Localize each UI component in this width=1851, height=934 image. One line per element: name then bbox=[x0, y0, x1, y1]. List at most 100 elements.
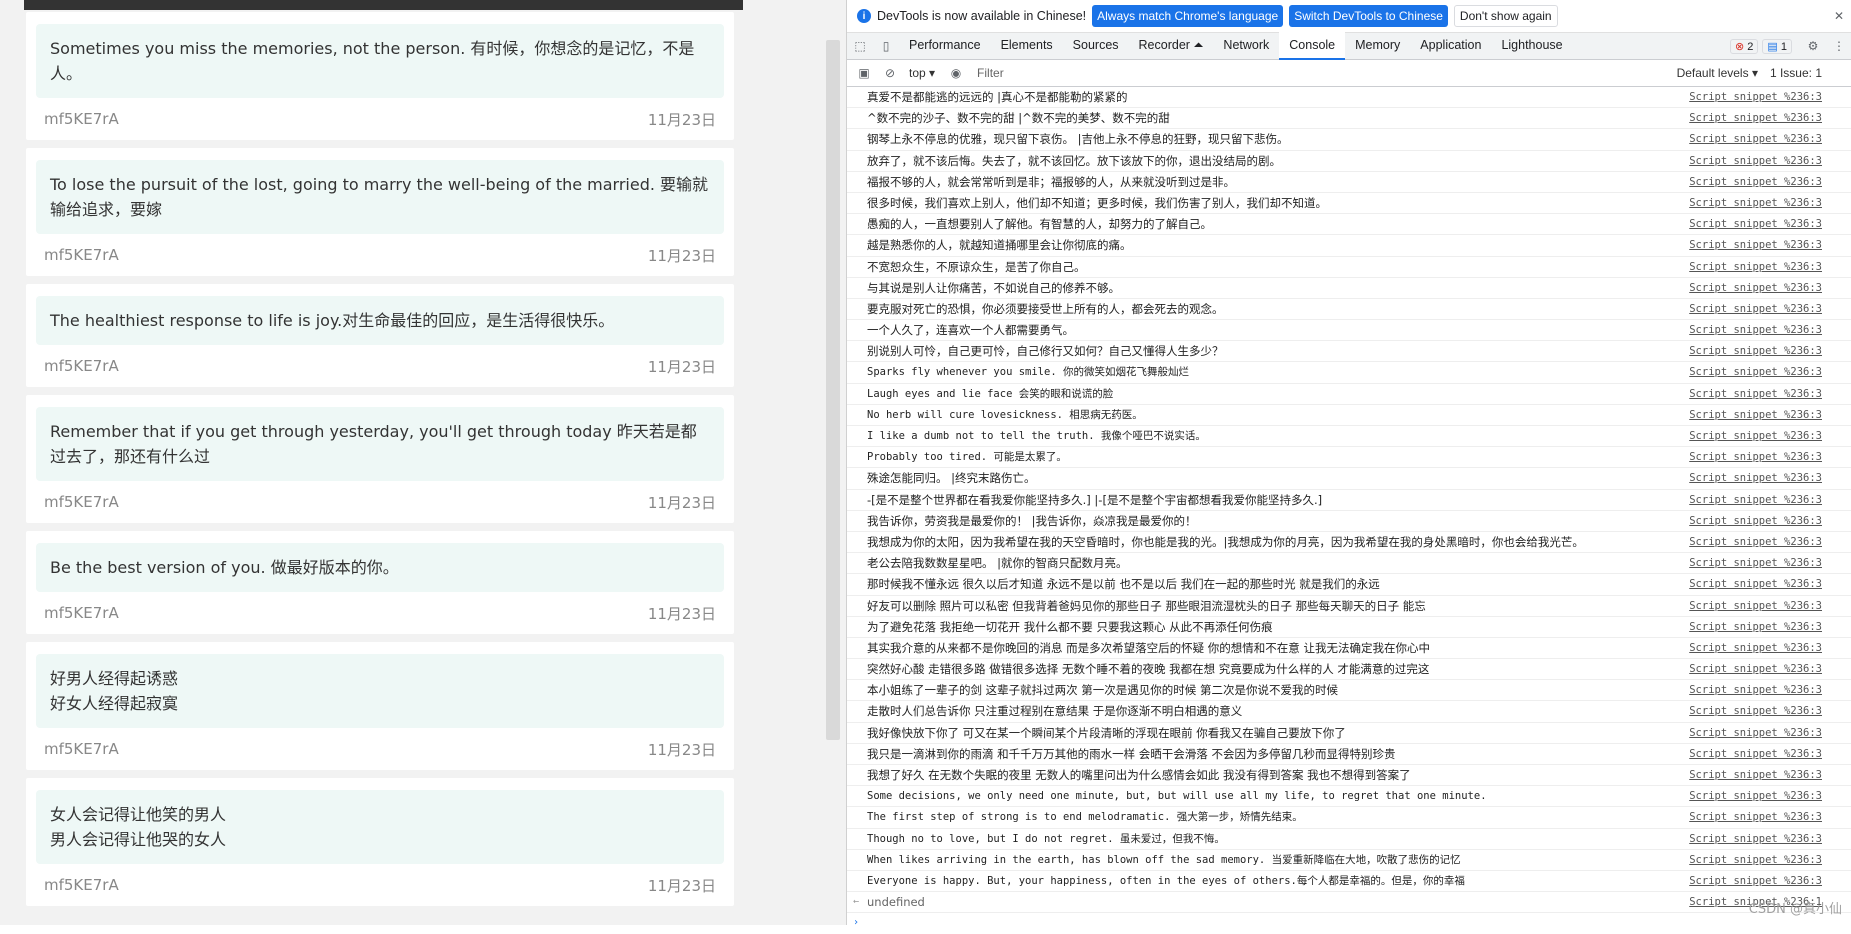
webpage-panel: Sometimes you miss the memories, not the… bbox=[0, 0, 846, 925]
quote-card[interactable]: Sometimes you miss the memories, not the… bbox=[26, 12, 734, 140]
page-scrollbar[interactable] bbox=[826, 40, 840, 740]
console-prompt[interactable]: › bbox=[847, 913, 1851, 933]
source-link[interactable]: Script snippet %236:3 bbox=[1682, 765, 1851, 785]
log-levels-dropdown[interactable]: Default levels ▾ bbox=[1677, 66, 1758, 80]
source-link[interactable]: Script snippet %236:3 bbox=[1682, 553, 1851, 573]
console-message: 我告诉你，劳资我是最爱你的！ |我告诉你，焱凉我是最爱你的！ Script sni… bbox=[847, 511, 1851, 532]
source-link[interactable]: Script snippet %236:3 bbox=[1682, 574, 1851, 594]
source-link[interactable]: Script snippet %236:3 bbox=[1682, 786, 1851, 806]
source-link[interactable]: Script snippet %236:3 bbox=[1682, 511, 1851, 531]
tab-lighthouse[interactable]: Lighthouse bbox=[1491, 32, 1572, 58]
console-message: 钢琴上永不停息的优雅，现只留下哀伤。 |吉他上永不停息的狂野，现只留下悲伤。 Sc… bbox=[847, 129, 1851, 151]
author-name[interactable]: mf5KE7rA bbox=[44, 246, 119, 264]
console-message: 好友可以删除 照片可以私密 但我背着爸妈见你的那些日子 那些眼泪流湿枕头的日子 … bbox=[847, 596, 1851, 617]
sidebar-toggle-icon[interactable]: ▣ bbox=[857, 66, 871, 80]
source-link[interactable]: Script snippet %236:3 bbox=[1682, 596, 1851, 616]
message-badge[interactable]: ▤ 1 bbox=[1762, 38, 1792, 54]
source-link[interactable]: Script snippet %236:3 bbox=[1682, 257, 1851, 277]
source-link[interactable]: Script snippet %236:3 bbox=[1682, 362, 1851, 382]
source-link[interactable]: Script snippet %236:3 bbox=[1682, 299, 1851, 319]
gear-icon[interactable]: ⚙ bbox=[1806, 39, 1820, 53]
tab-application[interactable]: Application bbox=[1410, 32, 1491, 58]
console-message: 我好像快放下你了 可又在某一个瞬间某个片段清晰的浮现在眼前 你看我又在骗自己要放… bbox=[847, 723, 1851, 744]
console-message: 我只是一滴淋到你的雨滴 和千千万万其他的雨水一样 会晒干会滑落 不会因为多停留几… bbox=[847, 744, 1851, 765]
quote-card[interactable]: 好男人经得起诱惑 好女人经得起寂寞 mf5KE7rA 11月23日 bbox=[26, 642, 734, 770]
tab-console[interactable]: Console bbox=[1279, 32, 1346, 60]
error-icon: ⊗ bbox=[1735, 40, 1745, 53]
device-toolbar-icon[interactable]: ▯ bbox=[879, 39, 893, 53]
source-link[interactable]: Script snippet %236:3 bbox=[1682, 87, 1851, 107]
source-link[interactable]: Script snippet %236:3 bbox=[1682, 151, 1851, 171]
context-selector[interactable]: top ▾ bbox=[909, 66, 935, 80]
more-options-icon[interactable]: ⋮ bbox=[1832, 39, 1846, 53]
source-link[interactable]: Script snippet %236:3 bbox=[1682, 617, 1851, 637]
source-link[interactable]: Script snippet %236:3 bbox=[1682, 680, 1851, 700]
result-value: undefined bbox=[867, 895, 925, 910]
tab-network[interactable]: Network bbox=[1213, 32, 1279, 58]
error-badge[interactable]: ⊗ 2 bbox=[1730, 38, 1759, 54]
author-name[interactable]: mf5KE7rA bbox=[44, 110, 119, 128]
post-date: 11月23日 bbox=[647, 604, 716, 623]
quote-card[interactable]: Be the best version of you. 做最好版本的你。 mf5K… bbox=[26, 531, 734, 634]
filter-input[interactable]: Filter bbox=[977, 64, 1677, 82]
quote-card[interactable]: To lose the pursuit of the lost, going t… bbox=[26, 148, 734, 276]
inspect-element-icon[interactable]: ⬚ bbox=[853, 39, 867, 53]
source-link[interactable]: Script snippet %236:3 bbox=[1682, 278, 1851, 298]
source-link[interactable]: Script snippet %236:3 bbox=[1682, 447, 1851, 467]
close-icon[interactable]: ✕ bbox=[1832, 9, 1846, 23]
console-message: Laugh eyes and lie face 会笑的眼和说谎的脸 Script … bbox=[847, 384, 1851, 405]
author-name[interactable]: mf5KE7rA bbox=[44, 740, 119, 758]
post-date: 11月23日 bbox=[647, 493, 716, 512]
clear-console-icon[interactable]: ⊘ bbox=[883, 66, 897, 80]
quote-card[interactable]: 女人会记得让他笑的男人 男人会记得让他哭的女人 mf5KE7rA 11月23日 bbox=[26, 778, 734, 906]
source-link[interactable]: Script snippet %236:3 bbox=[1682, 701, 1851, 721]
tab-elements[interactable]: Elements bbox=[991, 32, 1063, 58]
tab-performance[interactable]: Performance bbox=[899, 32, 991, 58]
source-link[interactable]: Script snippet %236:3 bbox=[1682, 638, 1851, 658]
source-link[interactable]: Script snippet %236:3 bbox=[1682, 532, 1851, 552]
eye-icon[interactable]: ◉ bbox=[949, 66, 963, 80]
author-name[interactable]: mf5KE7rA bbox=[44, 357, 119, 375]
console-message-text: 我想成为你的太阳，因为我希望在我的天空昏暗时，你也能是我的光。|我想成为你的月亮… bbox=[867, 534, 1584, 549]
source-link[interactable]: Script snippet %236:3 bbox=[1682, 193, 1851, 213]
source-link[interactable]: Script snippet %236:3 bbox=[1682, 659, 1851, 679]
author-name[interactable]: mf5KE7rA bbox=[44, 604, 119, 622]
issues-counter[interactable]: 1 Issue: 1 bbox=[1770, 66, 1822, 80]
console-toolbar: ▣ ⊘ top ▾ ◉ Filter Default levels ▾ 1 Is… bbox=[847, 60, 1851, 87]
source-link[interactable]: Script snippet %236:3 bbox=[1682, 129, 1851, 149]
source-link[interactable]: Script snippet %236:3 bbox=[1682, 723, 1851, 743]
infobar-message: DevTools is now available in Chinese! bbox=[877, 9, 1087, 23]
source-link[interactable]: Script snippet %236:3 bbox=[1682, 871, 1851, 891]
dont-show-again-button[interactable]: Don't show again bbox=[1453, 5, 1558, 27]
switch-to-chinese-button[interactable]: Switch DevTools to Chinese bbox=[1289, 5, 1448, 27]
author-name[interactable]: mf5KE7rA bbox=[44, 876, 119, 894]
source-link[interactable]: Script snippet %236:3 bbox=[1682, 468, 1851, 488]
console-message-text: 很多时候，我们喜欢上别人，他们却不知道；更多时候，我们伤害了别人，我们却不知道。 bbox=[867, 195, 1327, 210]
source-link[interactable]: Script snippet %236:3 bbox=[1682, 405, 1851, 425]
author-name[interactable]: mf5KE7rA bbox=[44, 493, 119, 511]
source-link[interactable]: Script snippet %236:3 bbox=[1682, 214, 1851, 234]
tab-sources[interactable]: Sources bbox=[1063, 32, 1129, 58]
source-link[interactable]: Script snippet %236:3 bbox=[1682, 320, 1851, 340]
quote-card[interactable]: The healthiest response to life is joy.对… bbox=[26, 284, 734, 387]
source-link[interactable]: Script snippet %236:3 bbox=[1682, 744, 1851, 764]
console-message: 福报不够的人，就会常常听到是非；福报够的人，从来就没听到过是非。 Script s… bbox=[847, 172, 1851, 193]
console-message-text: -[是不是整个世界都在看我爱你能坚持多久.] |-[是不是整个宇宙都想看我爱你能… bbox=[867, 492, 1323, 507]
source-link[interactable]: Script snippet %236:3 bbox=[1682, 807, 1851, 827]
source-link[interactable]: Script snippet %236:3 bbox=[1682, 490, 1851, 510]
tab-recorder[interactable]: Recorder ⏶ bbox=[1129, 32, 1214, 58]
quote-card[interactable]: Remember that if you get through yesterd… bbox=[26, 395, 734, 523]
source-link[interactable]: Script snippet %236:3 bbox=[1682, 426, 1851, 446]
console-message-text: Though no to love, but I do not regret. … bbox=[867, 832, 1225, 845]
source-link[interactable]: Script snippet %236:3 bbox=[1682, 829, 1851, 849]
source-link[interactable]: Script snippet %236:3 bbox=[1682, 235, 1851, 255]
source-link[interactable]: Script snippet %236:3 bbox=[1682, 384, 1851, 404]
source-link[interactable]: Script snippet %236:3 bbox=[1682, 850, 1851, 870]
source-link[interactable]: Script snippet %236:3 bbox=[1682, 172, 1851, 192]
always-match-language-button[interactable]: Always match Chrome's language bbox=[1092, 5, 1284, 27]
quote-text: Sometimes you miss the memories, not the… bbox=[36, 24, 724, 98]
post-date: 11月23日 bbox=[647, 876, 716, 895]
source-link[interactable]: Script snippet %236:3 bbox=[1682, 108, 1851, 128]
source-link[interactable]: Script snippet %236:3 bbox=[1682, 341, 1851, 361]
tab-memory[interactable]: Memory bbox=[1345, 32, 1410, 58]
